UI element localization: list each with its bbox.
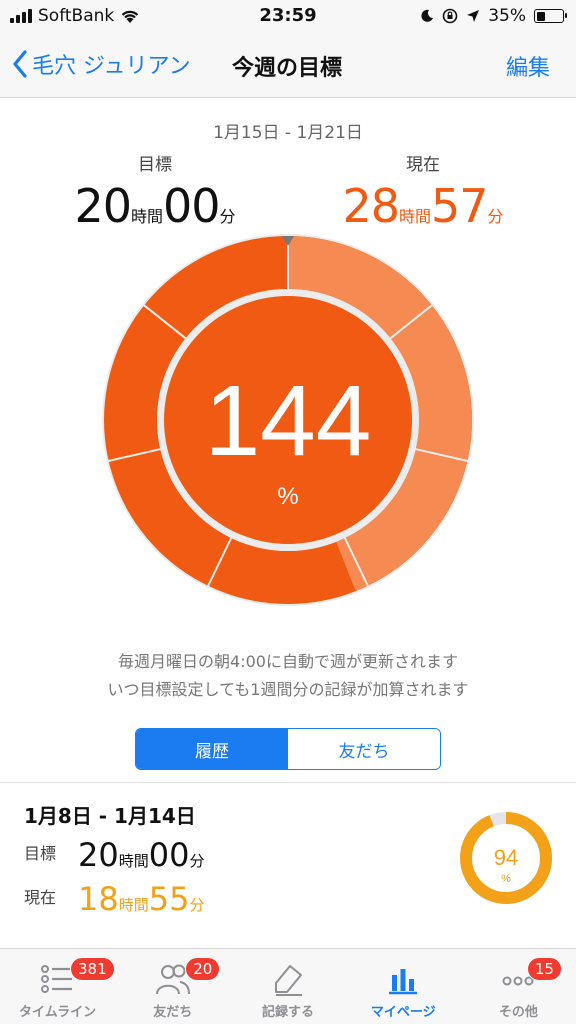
chevron-left-icon: [13, 50, 27, 78]
history-goal-minutes: 00: [148, 836, 190, 874]
goal-minutes: 00: [163, 179, 221, 233]
history-friends-toggle: 履歴 友だち: [135, 728, 441, 770]
history-range: 1月8日 - 1月14日: [24, 804, 196, 828]
current-summary: 現在 28時間57分: [308, 150, 538, 233]
history-percent-sign: %: [501, 873, 511, 885]
tab-friends-label: 友だち: [153, 1005, 193, 1020]
current-minutes-unit: 分: [487, 207, 504, 226]
info-note-line-1: 毎週月曜日の朝4:00に自動で週が更新されます: [118, 652, 458, 671]
history-goal-minutes-unit: 分: [189, 852, 205, 870]
goal-hours: 20: [74, 179, 132, 233]
tab-bar: タイムライン 381 友だち 20 記録する マイページ その他 15: [0, 948, 576, 1024]
goal-summary: 目標 20時間00分: [40, 150, 270, 233]
history-ring-chart: 94 %: [460, 812, 552, 904]
battery-percent: 35%: [488, 6, 526, 26]
current-hours-unit: 時間: [398, 207, 431, 226]
tab-more-badge: 15: [526, 957, 562, 981]
ring-percent-sign: %: [277, 483, 298, 510]
tab-friends-nav[interactable]: 友だち 20: [115, 949, 230, 1024]
history-current-minutes-unit: 分: [189, 896, 205, 914]
tab-record-label: 記録する: [262, 1005, 315, 1020]
tab-timeline[interactable]: タイムライン 381: [0, 949, 115, 1024]
moon-icon: [421, 9, 434, 22]
page-title: 今週の目標: [232, 56, 343, 81]
location-icon: [467, 10, 480, 22]
section-divider: [0, 782, 576, 783]
navigation-bar: 毛穴 ジュリアン 今週の目標 編集: [0, 34, 576, 98]
tab-friends[interactable]: 友だち: [288, 729, 440, 769]
tab-more-label: その他: [498, 1005, 538, 1020]
history-goal-label: 目標: [24, 844, 57, 863]
progress-ring-chart: 144 %: [102, 234, 474, 606]
pencil-icon: [275, 965, 302, 996]
info-note-line-2: いつ目標設定しても1週間分の記録が加算されます: [107, 680, 469, 699]
ring-percent-value: 144: [205, 365, 372, 477]
goal-hours-unit: 時間: [130, 207, 163, 226]
back-label: 毛穴 ジュリアン: [32, 54, 191, 79]
bar-chart-icon: [389, 969, 418, 995]
history-goal-hours: 20: [78, 836, 119, 874]
info-note: 毎週月曜日の朝4:00に自動で週が更新されます いつ目標設定しても1週間分の記録…: [0, 648, 576, 704]
history-current-minutes: 55: [148, 880, 190, 918]
tab-mypage[interactable]: マイページ: [346, 949, 461, 1024]
current-label: 現在: [406, 155, 440, 175]
week-range: 1月15日 - 1月21日: [213, 123, 363, 143]
goal-label: 目標: [138, 155, 172, 175]
status-right: 35%: [420, 6, 567, 26]
goal-minutes-unit: 分: [219, 207, 236, 226]
history-current-hours-unit: 時間: [118, 896, 149, 914]
tab-timeline-label: タイムライン: [19, 1005, 97, 1020]
tab-friends-badge: 20: [185, 957, 221, 981]
history-goal-hours-unit: 時間: [118, 852, 149, 870]
history-progress-ring: 94 %: [458, 810, 554, 906]
history-percent-value: 94: [494, 845, 518, 870]
current-hours: 28: [342, 179, 400, 233]
history-current-hours: 18: [78, 880, 119, 918]
tab-history[interactable]: 履歴: [136, 729, 288, 769]
history-goal-time: 20時間00分: [78, 836, 204, 874]
history-current-label: 現在: [24, 888, 57, 907]
goal-time: 20時間00分: [40, 179, 270, 233]
current-time: 28時間57分: [308, 179, 538, 233]
history-current-time: 18時間55分: [78, 880, 204, 918]
tab-record[interactable]: 記録する: [230, 949, 345, 1024]
back-button[interactable]: 毛穴 ジュリアン: [12, 48, 191, 80]
battery-icon: [534, 9, 567, 23]
weekly-progress-ring: 144 %: [100, 232, 476, 608]
tab-more[interactable]: その他 15: [461, 949, 576, 1024]
current-minutes: 57: [431, 179, 489, 233]
tab-mypage-label: マイページ: [370, 1005, 436, 1020]
rotation-lock-icon: [442, 8, 458, 24]
edit-button[interactable]: 編集: [506, 50, 550, 82]
tab-timeline-badge: 381: [70, 957, 115, 981]
status-bar: SoftBank 23:59 35%: [0, 0, 576, 34]
